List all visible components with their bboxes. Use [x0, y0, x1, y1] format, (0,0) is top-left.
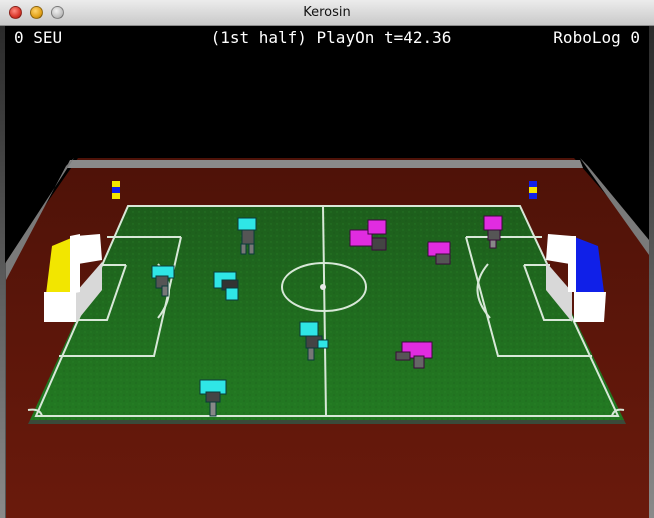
right-flag [529, 181, 537, 199]
left-flag [112, 181, 120, 199]
ball [320, 284, 326, 290]
app-window: Kerosin 0 SEU (1st half) PlayOn t=42.36 … [0, 0, 654, 518]
back-wall [66, 160, 583, 168]
soccer-3d-view[interactable] [0, 0, 654, 518]
